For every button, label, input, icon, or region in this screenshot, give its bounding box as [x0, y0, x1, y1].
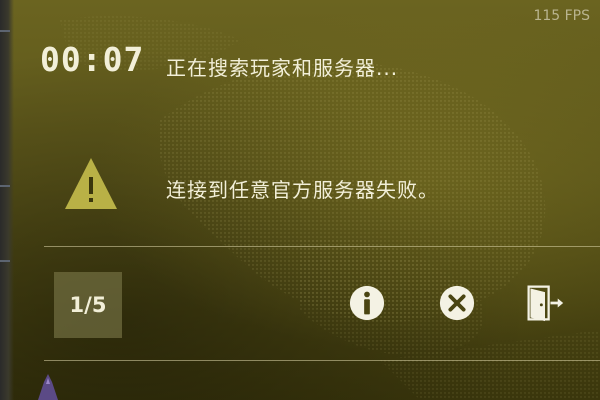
cancel-search-button[interactable] — [437, 283, 477, 323]
matchmaking-screen: 115 FPS 00:07 正在搜索玩家和服务器... 连接到任意官方服务器失败… — [0, 0, 600, 400]
warning-triangle-icon — [65, 158, 117, 209]
connection-error-text: 连接到任意官方服务器失败。 — [166, 178, 439, 202]
info-icon — [349, 285, 385, 321]
player-avatar-icon — [38, 374, 58, 400]
search-status-text: 正在搜索玩家和服务器... — [166, 56, 399, 80]
page-counter[interactable]: 1/5 — [54, 272, 122, 338]
elapsed-timer: 00:07 — [40, 40, 145, 79]
fps-counter: 115 FPS — [533, 8, 590, 24]
divider-top — [44, 246, 600, 247]
close-circle-icon — [439, 285, 475, 321]
exit-button[interactable] — [525, 283, 565, 323]
info-button[interactable] — [347, 283, 387, 323]
exit-door-icon — [527, 285, 564, 322]
left-edge-strip — [0, 0, 14, 400]
divider-bottom — [44, 360, 600, 361]
